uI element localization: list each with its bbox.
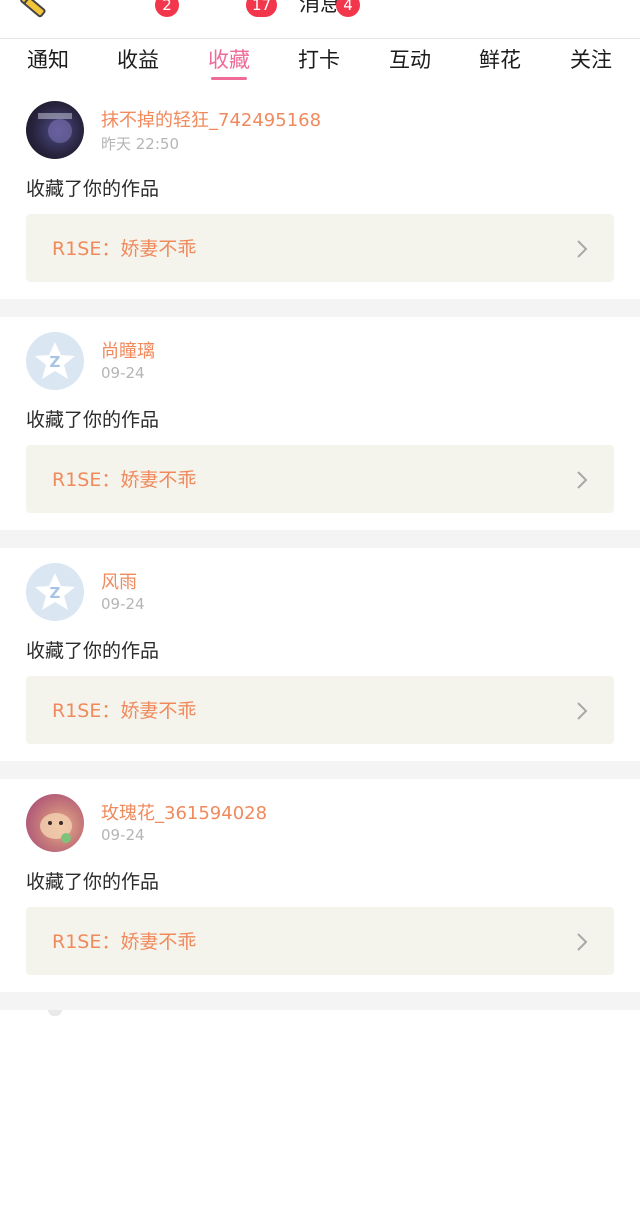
timestamp: 昨天 22:50 bbox=[101, 135, 179, 153]
list-item: Z 风雨 09-24 收藏了你的作品 R1SE：娇妻不乖 bbox=[0, 548, 640, 761]
list-item: 玫瑰花_361594028 09-24 收藏了你的作品 R1SE：娇妻不乖 bbox=[0, 779, 640, 992]
avatar[interactable] bbox=[26, 101, 84, 159]
tab-flowers[interactable]: 鲜花 bbox=[460, 46, 540, 82]
tab-notifications[interactable]: 通知 bbox=[8, 46, 88, 82]
work-link[interactable]: R1SE：娇妻不乖 bbox=[26, 907, 614, 975]
tab-label: 关注 bbox=[570, 48, 612, 72]
divider bbox=[0, 761, 640, 779]
avatar[interactable]: Z bbox=[26, 563, 84, 621]
work-title: R1SE：娇妻不乖 bbox=[52, 469, 197, 491]
dog-photo-avatar bbox=[40, 813, 72, 843]
tab-label: 打卡 bbox=[298, 48, 340, 72]
work-link[interactable]: R1SE：娇妻不乖 bbox=[26, 445, 614, 513]
tab-interactions[interactable]: 互动 bbox=[370, 46, 450, 82]
svg-text:Z: Z bbox=[50, 353, 61, 371]
default-qq-avatar: Z bbox=[35, 342, 75, 379]
work-title: R1SE：娇妻不乖 bbox=[52, 238, 197, 260]
activity-text: 收藏了你的作品 bbox=[26, 409, 160, 431]
page-title: 消息 bbox=[299, 0, 341, 16]
active-tab-indicator bbox=[211, 77, 247, 80]
tab-label: 收益 bbox=[117, 48, 159, 72]
dark-photo-avatar bbox=[38, 113, 72, 143]
avatar[interactable] bbox=[26, 794, 84, 852]
work-title: R1SE：娇妻不乖 bbox=[52, 700, 197, 722]
tab-earnings[interactable]: 收益 bbox=[98, 46, 178, 82]
list-item bbox=[0, 1010, 640, 1223]
timestamp: 09-24 bbox=[101, 826, 145, 844]
default-qq-avatar: Z bbox=[35, 573, 75, 610]
list-item: 抹不掉的轻狂_742495168 昨天 22:50 收藏了你的作品 R1SE：娇… bbox=[0, 86, 640, 299]
chevron-right-icon bbox=[577, 240, 588, 258]
chevron-right-icon bbox=[577, 702, 588, 720]
chevron-right-icon bbox=[577, 933, 588, 951]
work-title: R1SE：娇妻不乖 bbox=[52, 931, 197, 953]
activity-text: 收藏了你的作品 bbox=[26, 640, 160, 662]
divider bbox=[0, 992, 640, 1010]
username[interactable]: 玫瑰花_361594028 bbox=[101, 799, 267, 825]
avatar bbox=[48, 1010, 62, 1016]
top-nav-bar: 消息 bbox=[0, 0, 640, 39]
tab-check-in[interactable]: 打卡 bbox=[279, 46, 359, 82]
message-tabs: 通知 收益 收藏 打卡 互动 鲜花 关注 bbox=[0, 38, 640, 86]
username[interactable]: 尚瞳璃 bbox=[101, 337, 155, 363]
timestamp: 09-24 bbox=[101, 364, 145, 382]
tab-label: 收藏 bbox=[208, 48, 250, 72]
divider bbox=[0, 530, 640, 548]
divider bbox=[0, 299, 640, 317]
work-link[interactable]: R1SE：娇妻不乖 bbox=[26, 676, 614, 744]
username[interactable]: 抹不掉的轻狂_742495168 bbox=[101, 106, 321, 132]
avatar[interactable]: Z bbox=[26, 332, 84, 390]
list-item: Z 尚瞳璃 09-24 收藏了你的作品 R1SE：娇妻不乖 bbox=[0, 317, 640, 530]
tab-label: 互动 bbox=[389, 48, 431, 72]
svg-text:Z: Z bbox=[50, 584, 61, 602]
chevron-right-icon bbox=[577, 471, 588, 489]
favorites-feed: 抹不掉的轻狂_742495168 昨天 22:50 收藏了你的作品 R1SE：娇… bbox=[0, 86, 640, 1223]
tab-favorites[interactable]: 收藏 bbox=[189, 46, 269, 82]
username[interactable]: 风雨 bbox=[101, 568, 137, 594]
work-link[interactable]: R1SE：娇妻不乖 bbox=[26, 214, 614, 282]
timestamp: 09-24 bbox=[101, 595, 145, 613]
tab-label: 通知 bbox=[27, 48, 69, 72]
activity-text: 收藏了你的作品 bbox=[26, 871, 160, 893]
tab-label: 鲜花 bbox=[479, 48, 521, 72]
tab-following[interactable]: 关注 bbox=[551, 46, 631, 82]
activity-text: 收藏了你的作品 bbox=[26, 178, 160, 200]
